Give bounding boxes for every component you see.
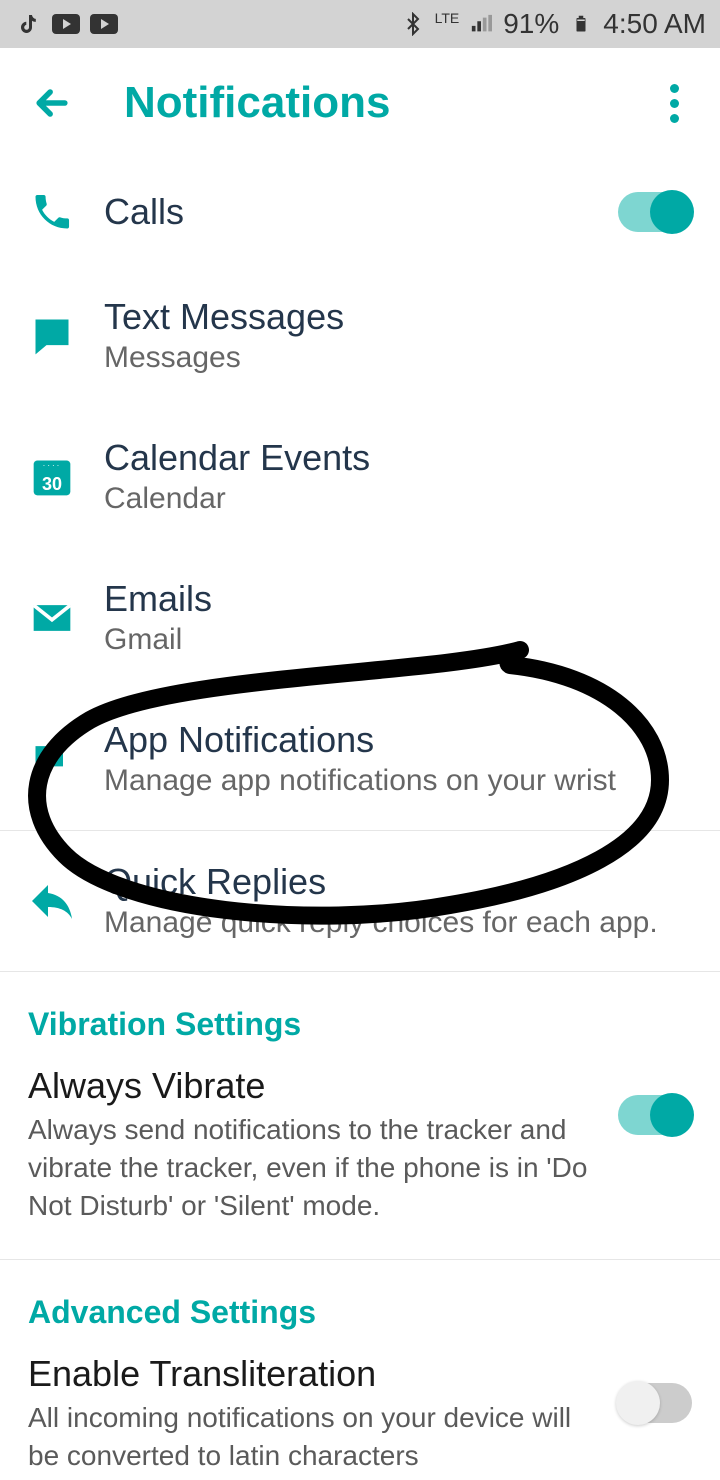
clock-time: 4:50 AM (603, 8, 706, 40)
item-title: Calls (104, 191, 590, 232)
notification-item-emails[interactable]: Emails Gmail (0, 548, 720, 689)
item-subtitle: Gmail (104, 621, 692, 659)
setting-always-vibrate[interactable]: Always Vibrate Always send notifications… (0, 1055, 720, 1258)
item-title: Emails (104, 578, 692, 619)
app-bar: Notifications (0, 48, 720, 158)
item-subtitle: Manage quick reply choices for each app. (104, 904, 692, 942)
item-subtitle: Messages (104, 339, 692, 377)
app-notifications-icon (28, 735, 76, 783)
section-header-vibration: Vibration Settings (0, 972, 720, 1055)
youtube-icon (90, 10, 118, 38)
status-bar: LTE 91% 4:50 AM (0, 0, 720, 48)
back-button[interactable] (28, 79, 76, 127)
item-title: Text Messages (104, 296, 692, 337)
setting-title: Always Vibrate (28, 1065, 598, 1107)
setting-transliteration[interactable]: Enable Transliteration All incoming noti… (0, 1343, 720, 1475)
page-title: Notifications (124, 78, 390, 128)
always-vibrate-toggle[interactable] (618, 1095, 692, 1135)
item-subtitle: Manage app notifications on your wrist (104, 762, 692, 800)
item-title: Calendar Events (104, 437, 692, 478)
signal-icon (467, 10, 495, 38)
lte-label: LTE (435, 11, 460, 25)
setting-title: Enable Transliteration (28, 1353, 598, 1395)
overflow-menu-button[interactable] (656, 79, 692, 127)
battery-percentage: 91% (503, 8, 559, 40)
phone-icon (28, 188, 76, 236)
youtube-icon (52, 10, 80, 38)
setting-description: Always send notifications to the tracker… (28, 1111, 598, 1224)
message-icon (28, 312, 76, 360)
calendar-icon: ···· 30 (28, 453, 76, 501)
notification-item-app-notifications[interactable]: App Notifications Manage app notificatio… (0, 689, 720, 830)
notification-item-calls[interactable]: Calls (0, 158, 720, 266)
calendar-day-label: 30 (28, 474, 76, 495)
section-header-advanced: Advanced Settings (0, 1260, 720, 1343)
battery-icon (567, 10, 595, 38)
notification-item-quick-replies[interactable]: Quick Replies Manage quick reply choices… (0, 831, 720, 972)
bluetooth-icon (399, 10, 427, 38)
tiktok-icon (14, 10, 42, 38)
item-subtitle: Calendar (104, 480, 692, 518)
notification-item-calendar[interactable]: ···· 30 Calendar Events Calendar (0, 407, 720, 548)
item-title: Quick Replies (104, 861, 692, 902)
calls-toggle[interactable] (618, 192, 692, 232)
reply-icon (28, 877, 76, 925)
email-icon (28, 594, 76, 642)
setting-description: All incoming notifications on your devic… (28, 1399, 598, 1475)
transliteration-toggle[interactable] (618, 1383, 692, 1423)
item-title: App Notifications (104, 719, 692, 760)
notification-item-texts[interactable]: Text Messages Messages (0, 266, 720, 407)
